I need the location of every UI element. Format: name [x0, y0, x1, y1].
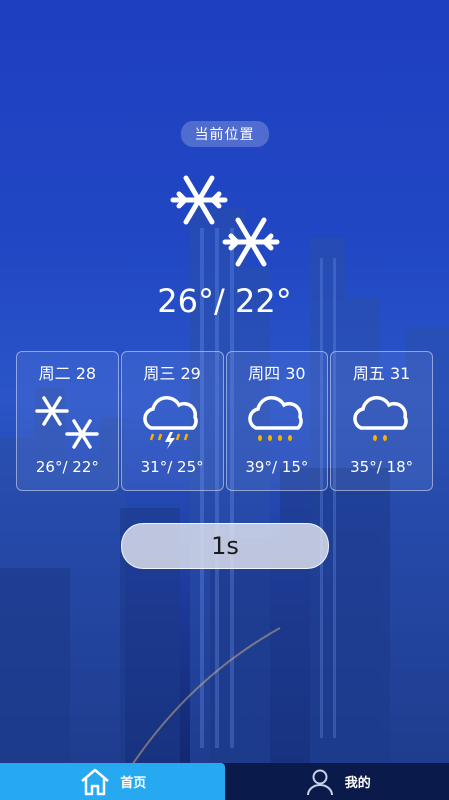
- current-location-label[interactable]: 当前位置: [180, 121, 269, 147]
- forecast-temperature: 39°/ 15°: [245, 458, 309, 476]
- forecast-temperature: 31°/ 25°: [140, 458, 204, 476]
- snow-icon: [170, 175, 280, 267]
- forecast-card-wednesday[interactable]: 周三 29 31°/ 25°: [120, 351, 224, 491]
- nav-home-label: 首页: [120, 776, 147, 791]
- snow-icon: [35, 396, 100, 449]
- rain-icon: [248, 396, 303, 441]
- nav-mine-label: 我的: [344, 776, 371, 791]
- forecast-temperature: 35°/ 18°: [350, 458, 414, 476]
- bottom-navigation: 首页 我的: [0, 763, 449, 800]
- light-rain-icon: [352, 396, 408, 441]
- forecast-card-tuesday[interactable]: 周二 28 26°/ 22°: [16, 351, 119, 491]
- forecast-card-friday[interactable]: 周五 31 35°/ 18°: [330, 351, 433, 491]
- timer-button[interactable]: 1s: [121, 523, 329, 569]
- forecast-day-label: 周二 28: [38, 364, 97, 383]
- forecast-list: 周二 28 26°/ 22° 周三 29 31°/ 25° 周四 30 39°/…: [16, 351, 433, 491]
- thunder-rain-icon: [143, 396, 198, 449]
- forecast-temperature: 26°/ 22°: [35, 458, 99, 476]
- current-temperature-range: 26°/ 22°: [157, 282, 292, 320]
- nav-tab-mine[interactable]: 我的: [225, 763, 449, 800]
- user-icon: [306, 769, 333, 795]
- forecast-day-label: 周四 30: [248, 364, 306, 383]
- nav-tab-home[interactable]: 首页: [0, 763, 225, 800]
- forecast-day-label: 周五 31: [352, 364, 411, 383]
- forecast-day-label: 周三 29: [143, 364, 201, 383]
- forecast-card-thursday[interactable]: 周四 30 39°/ 15°: [225, 351, 329, 491]
- home-icon: [81, 768, 110, 795]
